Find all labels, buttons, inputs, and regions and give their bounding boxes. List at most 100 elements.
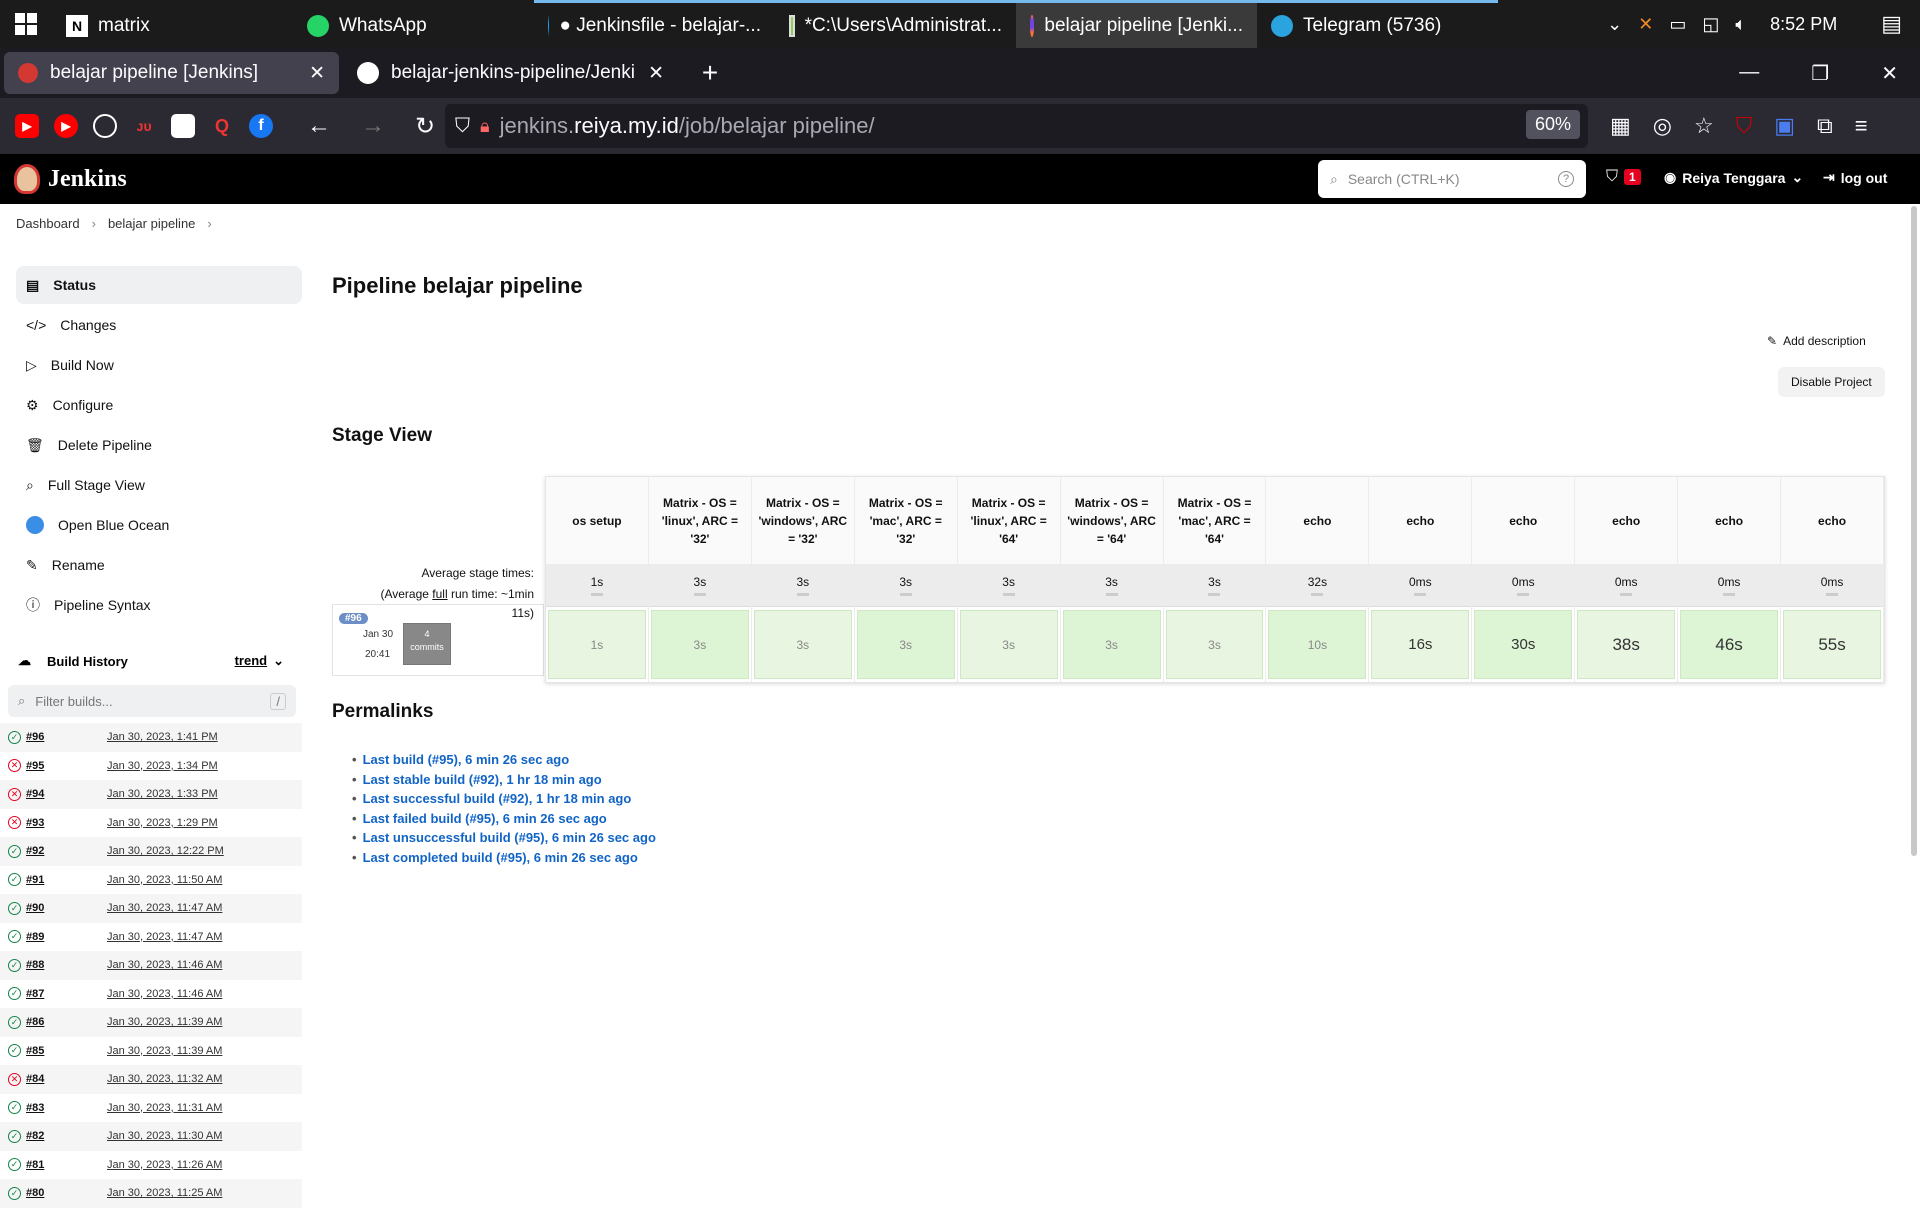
build-history-row[interactable]: ✓ #87 Jan 30, 2023, 11:46 AM	[0, 980, 302, 1009]
permalink-label[interactable]: Last unsuccessful build (#95), 6 min 26 …	[363, 830, 656, 845]
taskbar-app-notepad[interactable]: *C:\Users\Administrat...	[775, 0, 1016, 48]
user-menu[interactable]: ◉ Reiya Tenggara ⌄	[1664, 169, 1803, 186]
disable-project-button[interactable]: Disable Project	[1778, 367, 1885, 397]
build-date[interactable]: Jan 30, 2023, 11:26 AM	[91, 1159, 222, 1171]
build-badge[interactable]: #96	[339, 613, 368, 624]
taskbar-app-notion[interactable]: Nmatrix	[52, 0, 293, 48]
menu-icon[interactable]: ≡	[1855, 113, 1868, 139]
permalink-item[interactable]: • Last failed build (#95), 6 min 26 sec a…	[352, 811, 656, 831]
reload-icon[interactable]: ↻	[415, 112, 435, 141]
permalink-label[interactable]: Last completed build (#95), 6 min 26 sec…	[363, 850, 638, 865]
build-history-row[interactable]: ✓ #83 Jan 30, 2023, 11:31 AM	[0, 1094, 302, 1123]
battery-icon[interactable]: ▭	[1669, 14, 1686, 35]
build-number[interactable]: #95	[21, 760, 91, 772]
build-history-row[interactable]: ✓ #86 Jan 30, 2023, 11:39 AM	[0, 1008, 302, 1037]
build-number[interactable]: #81	[21, 1159, 91, 1171]
build-number[interactable]: #80	[21, 1187, 91, 1199]
permalink-item[interactable]: • Last unsuccessful build (#95), 6 min 26…	[352, 830, 656, 850]
chevron-right-icon[interactable]: ›	[207, 216, 211, 231]
build-history-row[interactable]: ✓ #91 Jan 30, 2023, 11:50 AM	[0, 866, 302, 895]
clock[interactable]: 8:52 PM	[1770, 14, 1837, 35]
filter-builds-input[interactable]: ⌕ Filter builds... /	[8, 685, 296, 717]
build-date[interactable]: Jan 30, 2023, 1:33 PM	[91, 788, 218, 800]
network-share-icon[interactable]: ✕	[1638, 14, 1653, 35]
sidebar-item-rename[interactable]: ✎ Rename	[16, 546, 302, 584]
build-history-row[interactable]: ✓ #81 Jan 30, 2023, 11:26 AM	[0, 1151, 302, 1180]
chevron-up-icon[interactable]: ⌄	[1607, 14, 1622, 35]
sidebar-item-full-stage-view[interactable]: ⌕ Full Stage View	[16, 466, 302, 504]
permalink-label[interactable]: Last successful build (#92), 1 hr 18 min…	[363, 791, 632, 806]
wifi-icon[interactable]: ◱	[1702, 14, 1719, 35]
build-date[interactable]: Jan 30, 2023, 1:34 PM	[91, 760, 218, 772]
sidebar-item-configure[interactable]: ⚙ Configure	[16, 386, 302, 424]
taskbar-app-telegram[interactable]: Telegram (5736)	[1257, 0, 1498, 48]
github-icon[interactable]	[93, 114, 117, 138]
permalink-item[interactable]: • Last stable build (#92), 1 hr 18 min ag…	[352, 772, 656, 792]
build-number[interactable]: #82	[21, 1130, 91, 1142]
build-history-row[interactable]: ✕ #84 Jan 30, 2023, 11:32 AM	[0, 1065, 302, 1094]
bitwarden-icon[interactable]: ▣	[1774, 113, 1795, 139]
build-date[interactable]: Jan 30, 2023, 11:46 AM	[91, 988, 222, 1000]
build-history-row[interactable]: ✓ #96 Jan 30, 2023, 1:41 PM	[0, 723, 302, 752]
close-icon[interactable]: ✕	[648, 62, 664, 85]
build-history-row[interactable]: ✓ #85 Jan 30, 2023, 11:39 AM	[0, 1037, 302, 1066]
close-window-icon[interactable]: ✕	[1881, 61, 1898, 86]
volume-icon[interactable]: 🔈︎	[1735, 14, 1746, 35]
build-date[interactable]: Jan 30, 2023, 11:39 AM	[91, 1016, 222, 1028]
quora-icon[interactable]: Q	[210, 114, 234, 138]
sidebar-item-build-now[interactable]: ▷ Build Now	[16, 346, 302, 384]
tab-github[interactable]: belajar-jenkins-pipeline/Jenki ✕	[343, 52, 678, 94]
url-bar[interactable]: ⛉ 🔒︎ jenkins.reiya.my.id/job/belajar pip…	[445, 104, 1588, 148]
build-date[interactable]: Jan 30, 2023, 11:30 AM	[91, 1130, 222, 1142]
restore-icon[interactable]: ❐	[1811, 61, 1829, 86]
build-number[interactable]: #87	[21, 988, 91, 1000]
breadcrumb-dashboard[interactable]: Dashboard	[16, 216, 80, 231]
youtube-icon[interactable]: ▶	[15, 114, 39, 138]
stage-run-cell[interactable]: 10s	[1268, 610, 1367, 679]
build-history-row[interactable]: ✓ #90 Jan 30, 2023, 11:47 AM	[0, 894, 302, 923]
build-history-row[interactable]: ✓ #92 Jan 30, 2023, 12:22 PM	[0, 837, 302, 866]
stage-run-cell[interactable]: 3s	[650, 610, 749, 679]
build-number[interactable]: #84	[21, 1073, 91, 1085]
sidebar-item-pipeline-syntax[interactable]: ⓘ Pipeline Syntax	[16, 586, 302, 624]
add-description-button[interactable]: ✎ Add description	[1767, 334, 1866, 348]
permalink-label[interactable]: Last failed build (#95), 6 min 26 sec ag…	[363, 811, 607, 826]
stage-run-cell[interactable]: 3s	[856, 610, 955, 679]
stage-run-cell[interactable]: 16s	[1371, 610, 1470, 679]
build-number[interactable]: #93	[21, 817, 91, 829]
extensions-icon[interactable]: ⧉	[1817, 113, 1833, 139]
build-date[interactable]: Jan 30, 2023, 1:29 PM	[91, 817, 218, 829]
tab-belajar-pipeline[interactable]: belajar pipeline [Jenkins] ✕	[4, 52, 339, 94]
permalink-item[interactable]: • Last build (#95), 6 min 26 sec ago	[352, 752, 656, 772]
build-date[interactable]: Jan 30, 2023, 11:25 AM	[91, 1187, 222, 1199]
build-number[interactable]: #83	[21, 1102, 91, 1114]
build-date[interactable]: Jan 30, 2023, 11:32 AM	[91, 1073, 222, 1085]
build-number[interactable]: #94	[21, 788, 91, 800]
jenkins-logo-icon[interactable]	[14, 164, 40, 194]
start-button[interactable]	[0, 0, 52, 48]
build-date[interactable]: Jan 30, 2023, 11:47 AM	[91, 931, 222, 943]
lock-insecure-icon[interactable]: 🔒︎	[480, 116, 490, 137]
build-date[interactable]: Jan 30, 2023, 11:46 AM	[91, 959, 222, 971]
stage-run-cell[interactable]: 38s	[1577, 610, 1676, 679]
build-number[interactable]: #88	[21, 959, 91, 971]
facebook-icon[interactable]: f	[249, 114, 273, 138]
build-date[interactable]: Jan 30, 2023, 11:47 AM	[91, 902, 222, 914]
build-number[interactable]: #85	[21, 1045, 91, 1057]
qr-icon[interactable]: ▦	[1610, 113, 1631, 139]
new-tab-button[interactable]: +	[690, 57, 730, 89]
sidebar-item-blue-ocean[interactable]: Open Blue Ocean	[16, 506, 302, 544]
stage-run-cell[interactable]: 46s	[1680, 610, 1779, 679]
build-history-row[interactable]: ✕ #94 Jan 30, 2023, 1:33 PM	[0, 780, 302, 809]
permalink-label[interactable]: Last stable build (#92), 1 hr 18 min ago	[363, 772, 602, 787]
build-date[interactable]: Jan 30, 2023, 11:39 AM	[91, 1045, 222, 1057]
build-history-row[interactable]: ✓ #80 Jan 30, 2023, 11:25 AM	[0, 1179, 302, 1208]
youtube-music-icon[interactable]: ▶	[54, 114, 78, 138]
build-number[interactable]: #90	[21, 902, 91, 914]
logout-button[interactable]: ⇥ log out	[1823, 169, 1887, 186]
build-date[interactable]: Jan 30, 2023, 12:22 PM	[91, 845, 224, 857]
build-history-row[interactable]: ✕ #95 Jan 30, 2023, 1:34 PM	[0, 752, 302, 781]
build-number[interactable]: #86	[21, 1016, 91, 1028]
build-history-row[interactable]: ✕ #93 Jan 30, 2023, 1:29 PM	[0, 809, 302, 838]
permalink-label[interactable]: Last build (#95), 6 min 26 sec ago	[363, 752, 570, 767]
